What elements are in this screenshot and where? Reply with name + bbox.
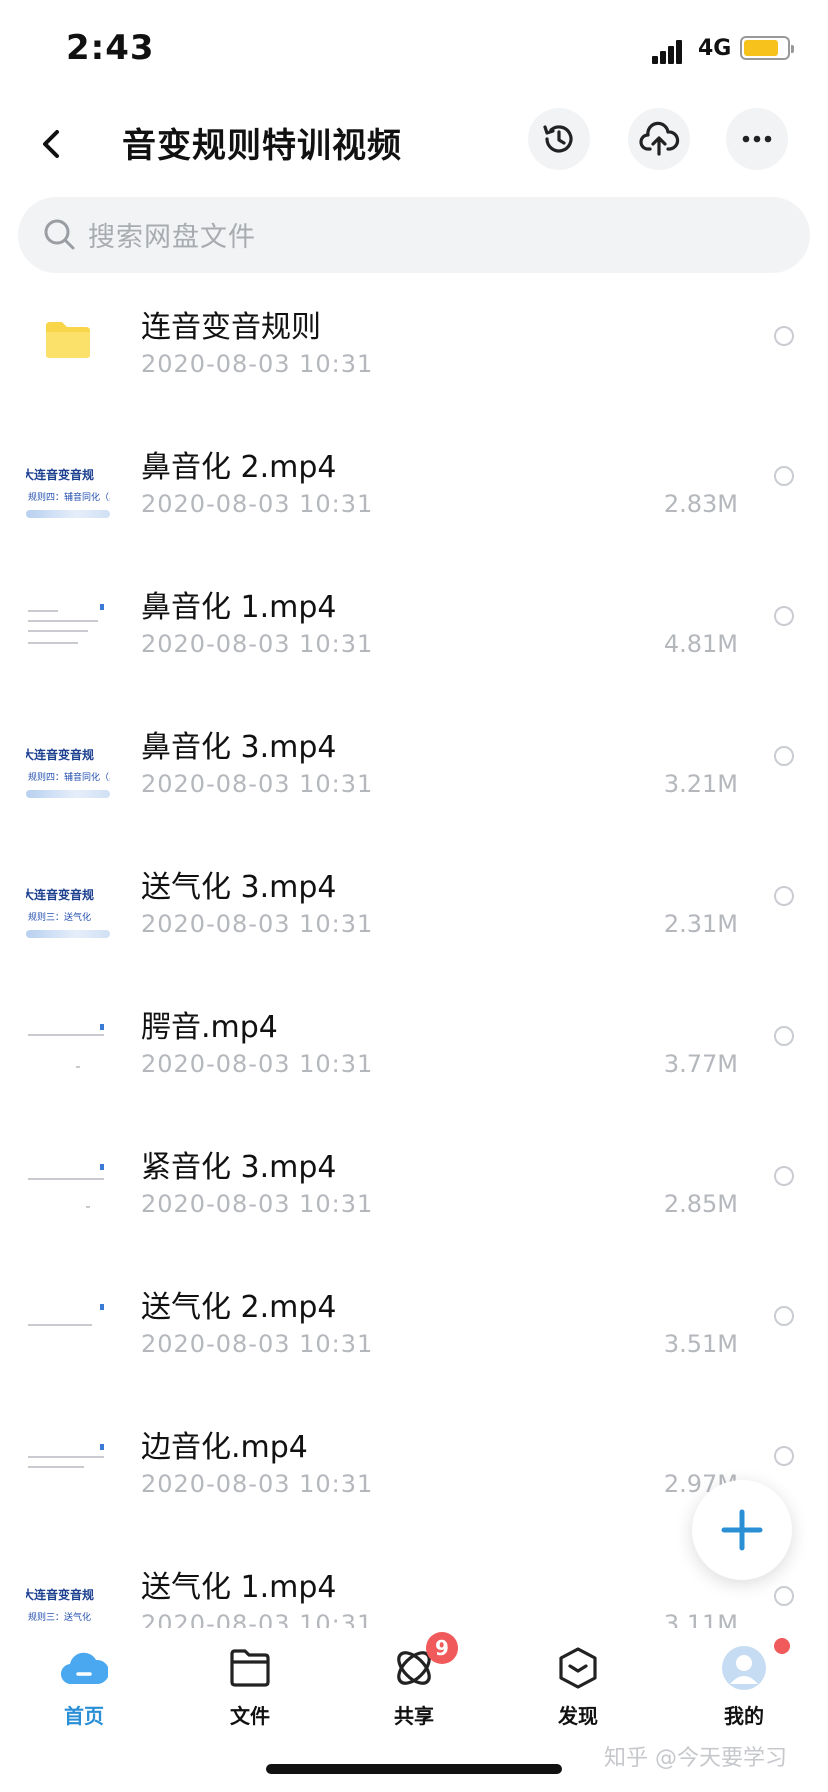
search-placeholder: 搜索网盘文件 [88, 222, 256, 253]
tab-files[interactable]: 文件 [190, 1640, 310, 1740]
file-name: 鼻音化 2.mp4 [141, 450, 337, 485]
select-checkbox[interactable] [774, 1446, 794, 1466]
network-type: 4G [698, 36, 732, 61]
video-thumbnail: 大连音变音规 规则三：送气化 [26, 870, 110, 954]
file-size: 2.85M [663, 1190, 738, 1218]
search-icon [44, 219, 75, 250]
tab-profile[interactable]: 我的 [684, 1638, 804, 1740]
history-icon [543, 125, 573, 153]
select-checkbox[interactable] [774, 886, 794, 906]
file-name: 边音化.mp4 [141, 1430, 308, 1465]
video-thumbnail: 大连音变音规 规则三：送气化 [26, 1570, 110, 1628]
list-item[interactable]: 腭音.mp4 2020-08-03 10:31 3.77M [0, 972, 828, 1112]
list-item[interactable]: 大连音变音规 规则四：辅音同化（鼻音化 鼻音化 3.mp4 2020-08-03… [0, 692, 828, 832]
file-list: 连音变音规则 2020-08-03 10:31 大连音变音规 规则四：辅音同化（… [0, 272, 828, 1628]
search-input[interactable]: 搜索网盘文件 [18, 197, 810, 273]
file-name: 送气化 3.mp4 [141, 870, 337, 905]
list-item[interactable]: 连音变音规则 2020-08-03 10:31 [0, 272, 828, 412]
file-size: 4.81M [663, 630, 738, 658]
list-item[interactable]: 鼻音化 1.mp4 2020-08-03 10:31 4.81M [0, 552, 828, 692]
select-checkbox[interactable] [774, 746, 794, 766]
notification-badge: 9 [426, 1632, 458, 1664]
signal-icon [652, 38, 688, 64]
file-name: 送气化 1.mp4 [141, 1570, 337, 1605]
more-icon [742, 135, 772, 143]
chevron-left-icon [43, 130, 59, 158]
file-date: 2020-08-03 10:31 [141, 350, 374, 378]
discover-box-icon [559, 1647, 597, 1689]
select-checkbox[interactable] [774, 1586, 794, 1606]
tab-label: 文件 [230, 1704, 270, 1728]
file-name: 送气化 2.mp4 [141, 1290, 337, 1325]
cloud-home-icon [61, 1652, 108, 1685]
file-name: 鼻音化 1.mp4 [141, 590, 337, 625]
notification-dot [774, 1638, 790, 1654]
tab-label: 共享 [394, 1704, 434, 1728]
more-button[interactable] [726, 108, 788, 170]
list-item[interactable]: 紧音化 3.mp4 2020-08-03 10:31 2.85M [0, 1112, 828, 1252]
header: 音变规则特训视频 [0, 100, 828, 200]
tab-label: 我的 [724, 1704, 764, 1728]
select-checkbox[interactable] [774, 1166, 794, 1186]
tab-label: 发现 [558, 1704, 598, 1728]
select-checkbox[interactable] [774, 606, 794, 626]
cloud-upload-button[interactable] [628, 108, 690, 170]
history-button[interactable] [528, 108, 590, 170]
file-date: 2020-08-03 10:31 [141, 1610, 374, 1628]
file-name: 腭音.mp4 [141, 1010, 278, 1045]
status-bar: 2:43 4G [0, 0, 828, 100]
status-time: 2:43 [66, 28, 155, 68]
select-checkbox[interactable] [774, 466, 794, 486]
file-date: 2020-08-03 10:31 [141, 1050, 374, 1078]
file-size: 3.11M [663, 1610, 738, 1628]
file-name: 鼻音化 3.mp4 [141, 730, 337, 765]
back-button[interactable] [30, 122, 74, 166]
video-thumbnail [26, 1430, 110, 1514]
select-checkbox[interactable] [774, 1306, 794, 1326]
file-size: 3.77M [663, 1050, 738, 1078]
page-title: 音变规则特训视频 [122, 126, 402, 166]
file-date: 2020-08-03 10:31 [141, 1330, 374, 1358]
watermark: 知乎 @今天要学习 [604, 1746, 787, 1771]
cloud-upload-icon [639, 121, 680, 156]
battery-icon [740, 36, 794, 60]
tab-home[interactable]: 首页 [24, 1640, 144, 1740]
video-thumbnail: 大连音变音规 规则四：辅音同化（鼻音化 [26, 730, 110, 814]
file-date: 2020-08-03 10:31 [141, 910, 374, 938]
plus-icon [721, 1509, 763, 1551]
list-item[interactable]: 送气化 2.mp4 2020-08-03 10:31 3.51M [0, 1252, 828, 1392]
list-item[interactable]: 大连音变音规 规则三：送气化 送气化 3.mp4 2020-08-03 10:3… [0, 832, 828, 972]
file-size: 3.21M [663, 770, 738, 798]
file-date: 2020-08-03 10:31 [141, 1190, 374, 1218]
file-date: 2020-08-03 10:31 [141, 630, 374, 658]
file-size: 2.83M [663, 490, 738, 518]
file-date: 2020-08-03 10:31 [141, 1470, 374, 1498]
file-date: 2020-08-03 10:31 [141, 770, 374, 798]
video-thumbnail [26, 1150, 110, 1234]
video-thumbnail [26, 1290, 110, 1374]
file-date: 2020-08-03 10:31 [141, 490, 374, 518]
folder-icon [230, 1649, 270, 1687]
file-name: 连音变音规则 [141, 310, 321, 345]
folder-icon [46, 322, 90, 358]
select-checkbox[interactable] [774, 1026, 794, 1046]
home-indicator[interactable] [266, 1764, 562, 1774]
video-thumbnail: 大连音变音规 规则四：辅音同化（鼻音化 [26, 450, 110, 534]
tab-label: 首页 [64, 1704, 104, 1728]
file-size: 2.31M [663, 910, 738, 938]
video-thumbnail [26, 1010, 110, 1094]
file-size: 3.51M [663, 1330, 738, 1358]
video-thumbnail [26, 590, 110, 674]
select-checkbox[interactable] [774, 326, 794, 346]
avatar-icon [722, 1646, 766, 1690]
tab-discover[interactable]: 发现 [518, 1640, 638, 1740]
file-name: 紧音化 3.mp4 [141, 1150, 337, 1185]
list-item[interactable]: 大连音变音规 规则四：辅音同化（鼻音化 鼻音化 2.mp4 2020-08-03… [0, 412, 828, 552]
add-button[interactable] [692, 1480, 792, 1580]
tab-share[interactable]: 9 共享 [354, 1632, 474, 1740]
